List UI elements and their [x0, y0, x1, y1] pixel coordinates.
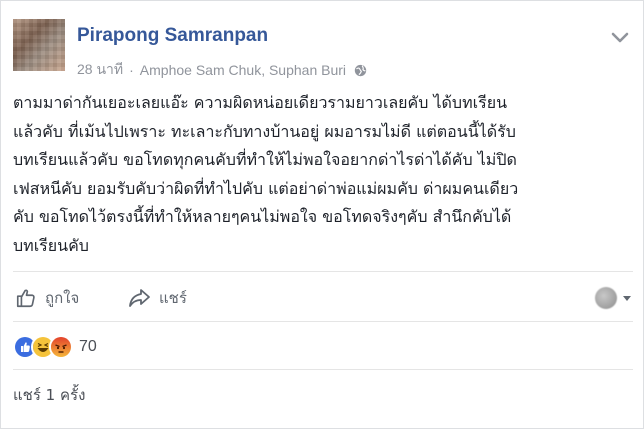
chevron-down-icon[interactable]: [611, 29, 629, 43]
post-location[interactable]: Amphoe Sam Chuk, Suphan Buri: [140, 62, 346, 78]
like-label: ถูกใจ: [45, 289, 80, 307]
post-text-line: บทเรียนแล้วคับ ขอโทดทุกคนคับที่ทำให้ไม่พ…: [13, 150, 517, 169]
thumbs-up-icon: [16, 289, 35, 308]
facebook-post-card: Pirapong Samranpan 28 นาที · Amphoe Sam …: [0, 0, 644, 429]
action-bar: ถูกใจ แชร์: [13, 281, 633, 315]
caret-down-icon: [623, 295, 631, 301]
divider: [13, 321, 633, 322]
viewer-avatar: [595, 287, 617, 309]
divider: [13, 271, 633, 272]
share-count[interactable]: แชร์ 1 ครั้ง: [13, 383, 85, 407]
post-text-line: ตามมาด่ากันเยอะเลยแอ๊ะ ความผิดหน่อยเดียว…: [13, 93, 507, 112]
post-text-line: แล้วคับ ที่เม้นไปเพราะ ทะเลาะกับทางบ้านอ…: [13, 121, 516, 141]
reactions-summary[interactable]: 70: [13, 335, 97, 359]
divider: [13, 369, 633, 370]
author-avatar[interactable]: [13, 19, 65, 71]
post-time[interactable]: 28 นาที: [77, 59, 123, 81]
angry-reaction-icon: [49, 335, 73, 359]
author-name[interactable]: Pirapong Samranpan: [77, 25, 268, 47]
post-text-line: เฟสหนีคับ ยอมรับคับว่าผิดที่ทำไปคับ แต่อ…: [13, 178, 519, 198]
share-button[interactable]: แชร์: [127, 281, 187, 315]
post-as-selector[interactable]: [595, 287, 631, 309]
like-button[interactable]: ถูกใจ: [15, 281, 79, 315]
post-header: Pirapong Samranpan 28 นาที · Amphoe Sam …: [13, 19, 633, 81]
reaction-count[interactable]: 70: [79, 338, 97, 356]
post-meta: 28 นาที · Amphoe Sam Chuk, Suphan Buri: [77, 59, 367, 81]
post-text: ตามมาด่ากันเยอะเลยแอ๊ะ ความผิดหน่อยเดียว…: [13, 89, 633, 260]
share-arrow-icon: [129, 289, 150, 307]
post-text-line: บทเรียนคับ: [13, 235, 89, 255]
share-label: แชร์: [159, 289, 187, 307]
post-text-line: คับ ขอโทดไว้ตรงนี้ที่ทำให้หลายๆคนไม่พอใจ…: [13, 207, 512, 226]
meta-separator: ·: [129, 62, 134, 78]
globe-icon[interactable]: [354, 64, 367, 77]
